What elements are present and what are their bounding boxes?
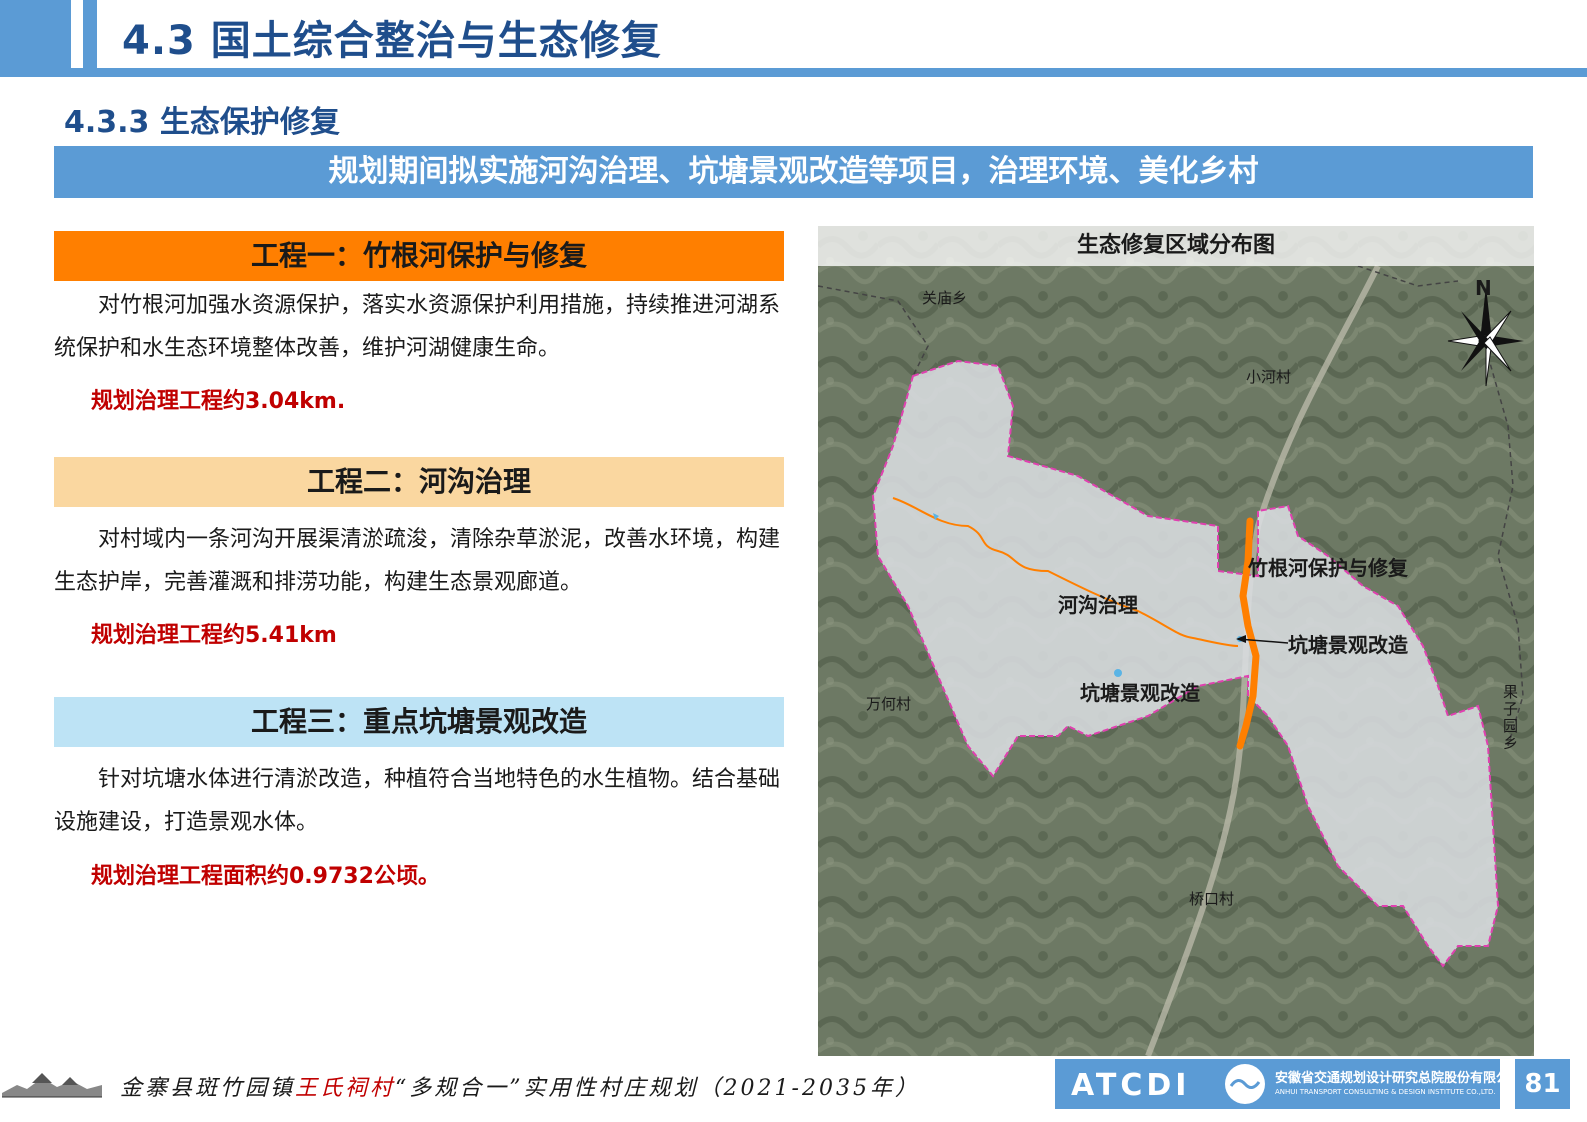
map-label-hegou: 河沟治理 bbox=[1058, 593, 1138, 617]
village-label-guanmiao: 关庙乡 bbox=[922, 289, 968, 307]
header-divider bbox=[0, 68, 1587, 77]
map-label-zhugenhe: 竹根河保护与修复 bbox=[1248, 556, 1408, 580]
ecological-restoration-map: 生态修复区域分布图 N 关庙乡 小河村 万何村 果子园乡 桥口村 竹根河保护与修… bbox=[818, 226, 1534, 1056]
header-accent-bar-thin bbox=[83, 0, 97, 68]
project-3-description: 针对坑塘水体进行清淤改造，种植符合当地特色的水生植物。结合基础设施建设，打造景观… bbox=[54, 767, 781, 835]
map-label-kengtang-right: 坑塘景观改造 bbox=[1288, 633, 1408, 657]
project-1-description: 对竹根河加强水资源保护，落实水资源保护利用措施，持续推进河湖系统保护和水生态环境… bbox=[54, 293, 781, 361]
project-2-heading: 工程二：河沟治理 bbox=[54, 457, 784, 507]
page-number: 81 bbox=[1515, 1059, 1570, 1109]
map-title: 生态修复区域分布图 bbox=[818, 226, 1534, 266]
map-graphic bbox=[818, 226, 1534, 1056]
project-3-heading: 工程三：重点坑塘景观改造 bbox=[54, 697, 784, 747]
project-3-note: 规划治理工程面积约0.9732公顷。 bbox=[91, 864, 440, 889]
summary-banner: 规划期间拟实施河沟治理、坑塘景观改造等项目，治理环境、美化乡村 bbox=[54, 146, 1533, 198]
footer-plan-title: 金寨县斑竹园镇王氏祠村“多规合一”实用性村庄规划（2021-2035年） bbox=[120, 1070, 920, 1102]
village-label-qiaokou: 桥口村 bbox=[1189, 890, 1235, 908]
logo-company-name-en: ANHUI TRANSPORT CONSULTING & DESIGN INST… bbox=[1275, 1088, 1496, 1096]
project-1-heading: 工程一：竹根河保护与修复 bbox=[54, 231, 784, 281]
section-subtitle: 4.3.3 生态保护修复 bbox=[64, 105, 340, 140]
company-logo: ATCDI 安徽省交通规划设计研究总院股份有限公司 ANHUI TRANSPOR… bbox=[1055, 1059, 1522, 1109]
village-label-guoziyuan: 果子园乡 bbox=[1501, 684, 1519, 752]
village-label-xiaohe: 小河村 bbox=[1246, 368, 1292, 386]
footer-prefix: 金寨县斑竹园镇 bbox=[120, 1076, 296, 1101]
footer-village: 王氏祠村 bbox=[295, 1076, 396, 1101]
header-accent-bar bbox=[0, 0, 71, 68]
logo-wave-icon bbox=[1225, 1064, 1265, 1104]
village-sketch-icon bbox=[2, 1073, 102, 1098]
project-2-note: 规划治理工程约5.41km bbox=[91, 623, 337, 648]
logo-company-name: 安徽省交通规划设计研究总院股份有限公司 bbox=[1275, 1071, 1523, 1086]
project-2-description: 对村域内一条河沟开展渠清淤疏浚，清除杂草淤泥，改善水环境，构建生态护岸，完善灌溉… bbox=[54, 527, 781, 595]
map-label-kengtang-center: 坑塘景观改造 bbox=[1080, 681, 1200, 705]
footer-suffix: “多规合一”实用性村庄规划（2021-2035年） bbox=[395, 1076, 920, 1101]
north-label: N bbox=[1475, 276, 1492, 300]
project-1-note: 规划治理工程约3.04km. bbox=[91, 389, 346, 414]
village-label-wanhe: 万何村 bbox=[866, 695, 912, 713]
page-title: 4.3 国土综合整治与生态修复 bbox=[122, 18, 662, 64]
logo-mark: ATCDI bbox=[1071, 1068, 1191, 1103]
